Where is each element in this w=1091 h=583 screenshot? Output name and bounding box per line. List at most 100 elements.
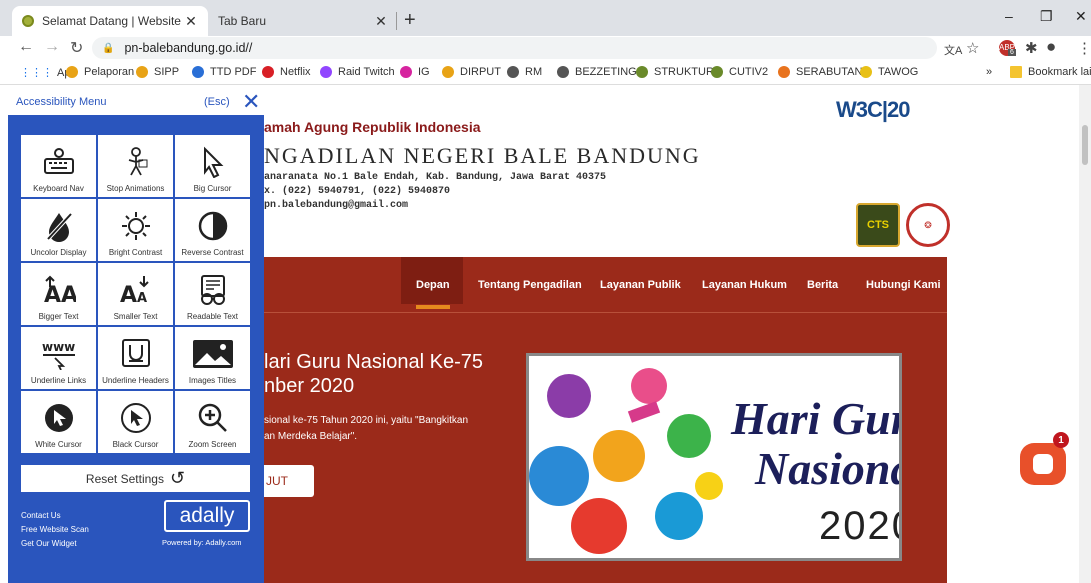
tab-new-tab[interactable]: Tab Baru ✕ [208,6,398,36]
apps-grid-icon: ⋮⋮⋮ [20,67,53,79]
profile-avatar-icon[interactable]: ● [1046,37,1056,57]
powered-by-text[interactable]: Powered by: Adally.com [162,538,241,547]
close-tab-icon[interactable]: ✕ [374,13,388,30]
close-tab-icon[interactable]: ✕ [184,13,198,30]
accessibility-option-big-cursor[interactable]: Big Cursor [174,134,251,198]
bookmark-item[interactable]: DIRPUT [442,66,501,78]
folder-icon [1010,66,1022,78]
chat-notification-badge: 1 [1053,432,1069,448]
accessibility-option-zoom-screen[interactable]: Zoom Screen [174,390,251,454]
bookmark-favicon-icon [136,66,148,78]
bookmark-favicon-icon [778,66,790,78]
bookmark-favicon-icon [320,66,332,78]
bookmark-label: SERABUTAN [796,66,863,78]
url-text: pn-balebandung.go.id// [124,41,253,55]
accessibility-options-grid: Keyboard Nav Stop Animations Big Cursor Unc… [20,134,251,454]
nav-layanan-hukum[interactable]: Layanan Hukum [702,279,787,291]
read-more-button[interactable]: JUT [264,465,314,497]
w3c-logo: W3C|20 [836,97,911,122]
bookmark-item[interactable]: SERABUTAN [778,66,862,78]
accessibility-menu-title: Accessibility Menu [16,96,107,108]
accessibility-option-label: Big Cursor [193,184,232,193]
free-website-scan-link[interactable]: Free Website Scan [21,525,89,534]
star-bookmark-icon[interactable]: ☆ [966,39,979,57]
forward-arrow-icon[interactable]: → [44,38,60,56]
bookmark-item[interactable]: BEZZETING [557,66,637,78]
accessibility-option-image-titles[interactable]: Images Titles [174,326,251,390]
nav-berita[interactable]: Berita [807,279,838,291]
url-field[interactable]: 🔒 pn-balebandung.go.id// [92,37,937,59]
bookmark-item[interactable]: RM [507,66,542,78]
new-tab-button[interactable]: + [404,9,416,32]
bookmark-item[interactable]: STRUKTUR [636,66,714,78]
accessibility-option-label: Underline Headers [102,376,169,385]
accessibility-option-keyboard[interactable]: Keyboard Nav [20,134,97,198]
bigger-text-icon: AA [42,263,76,312]
accessibility-option-readable-text[interactable]: Readable Text [174,262,251,326]
adally-logo[interactable]: adally [164,500,250,532]
bookmark-favicon-icon [442,66,454,78]
back-arrow-icon[interactable]: ← [18,38,34,56]
minimize-button[interactable]: – [1005,8,1013,24]
svg-text:AA: AA [44,283,76,305]
bookmark-item[interactable]: Netflix [262,66,311,78]
court-seal-icon: ❂ [906,203,950,247]
nav-depan[interactable]: Depan [416,279,450,309]
phone-line: x. (022) 5940791, (022) 5940870 [264,186,451,197]
bookmark-label: TTD PDF [210,66,257,78]
reload-icon[interactable]: ↻ [70,38,83,58]
reset-settings-button[interactable]: Reset Settings ↺ [20,464,251,493]
bookmark-item[interactable]: TTD PDF [192,66,256,78]
scrollbar-thumb[interactable] [1082,125,1088,165]
bookmark-item[interactable]: CUTIV2 [711,66,768,78]
close-icon[interactable]: ✕ [242,89,260,115]
zoom-screen-icon [197,391,229,440]
accessibility-option-stop-animations[interactable]: Stop Animations [97,134,174,198]
close-window-button[interactable]: ✕ [1075,8,1087,25]
accessibility-option-black-cursor[interactable]: Black Cursor [97,390,174,454]
email-line: pn.balebandung@gmail.com [264,200,409,211]
accessibility-option-white-cursor[interactable]: White Cursor [20,390,97,454]
hari-guru-nasional-image: Hari Guru Nasional 2020 [526,353,902,561]
accessibility-option-bigger-text[interactable]: AA Bigger Text [20,262,97,326]
extensions-puzzle-icon[interactable]: ✱ [1025,39,1038,57]
bookmark-other-folder[interactable]: Bookmark lain [1010,66,1091,78]
black-cursor-icon [120,391,152,440]
accessibility-option-bright-contrast[interactable]: Bright Contrast [97,198,174,262]
translate-icon[interactable]: 文A [944,42,962,58]
keyboard-icon [42,135,76,184]
accessibility-option-underline-links[interactable]: www Underline Links [20,326,97,390]
bookmark-apps[interactable]: ⋮⋮⋮ Apl [20,66,73,80]
address-bar-row: ← → ↻ 🔒 pn-balebandung.go.id// 文A ☆ ABP … [0,36,1091,62]
nav-layanan-publik[interactable]: Layanan Publik [600,279,681,291]
org-name: amah Agung Republik Indonesia [264,119,481,135]
accessibility-option-underline-headers[interactable]: Underline Headers [97,326,174,390]
svg-text:A: A [120,283,137,305]
image-titles-icon [191,327,235,376]
tab-divider [396,12,397,30]
nav-tentang-pengadilan[interactable]: Tentang Pengadilan [478,279,582,291]
accessibility-option-reverse-contrast[interactable]: Reverse Contrast [174,198,251,262]
bookmark-item[interactable]: Pelaporan [66,66,134,78]
bookmark-item[interactable]: Raid Twitch [320,66,395,78]
reset-settings-label: Reset Settings [85,471,164,486]
get-our-widget-link[interactable]: Get Our Widget [21,539,77,548]
bookmark-item[interactable]: TAWOG [860,66,918,78]
readable-text-icon [197,263,229,312]
bookmark-item[interactable]: SIPP [136,66,179,78]
bookmark-favicon-icon [192,66,204,78]
restore-button[interactable]: ❐ [1040,8,1053,25]
more-bookmarks-chevron-icon[interactable]: » [986,66,992,78]
nav-hubungi-kami[interactable]: Hubungi Kami [866,279,941,291]
accessibility-option-smaller-text[interactable]: A A Smaller Text [97,262,174,326]
tab-active[interactable]: Selamat Datang | Website Penga ✕ [12,6,208,36]
uncolor-icon [44,199,74,248]
menu-kebab-icon[interactable]: ⋮ [1077,39,1091,57]
bookmark-item[interactable]: IG [400,66,430,78]
address-line: anaranata No.1 Bale Endah, Kab. Bandung,… [264,172,607,183]
bookmark-favicon-icon [860,66,872,78]
accessibility-option-uncolor[interactable]: Uncolor Display [20,198,97,262]
smaller-text-icon: AA [119,263,153,312]
svg-text:www: www [42,340,75,354]
contact-us-link[interactable]: Contact Us [21,511,61,520]
